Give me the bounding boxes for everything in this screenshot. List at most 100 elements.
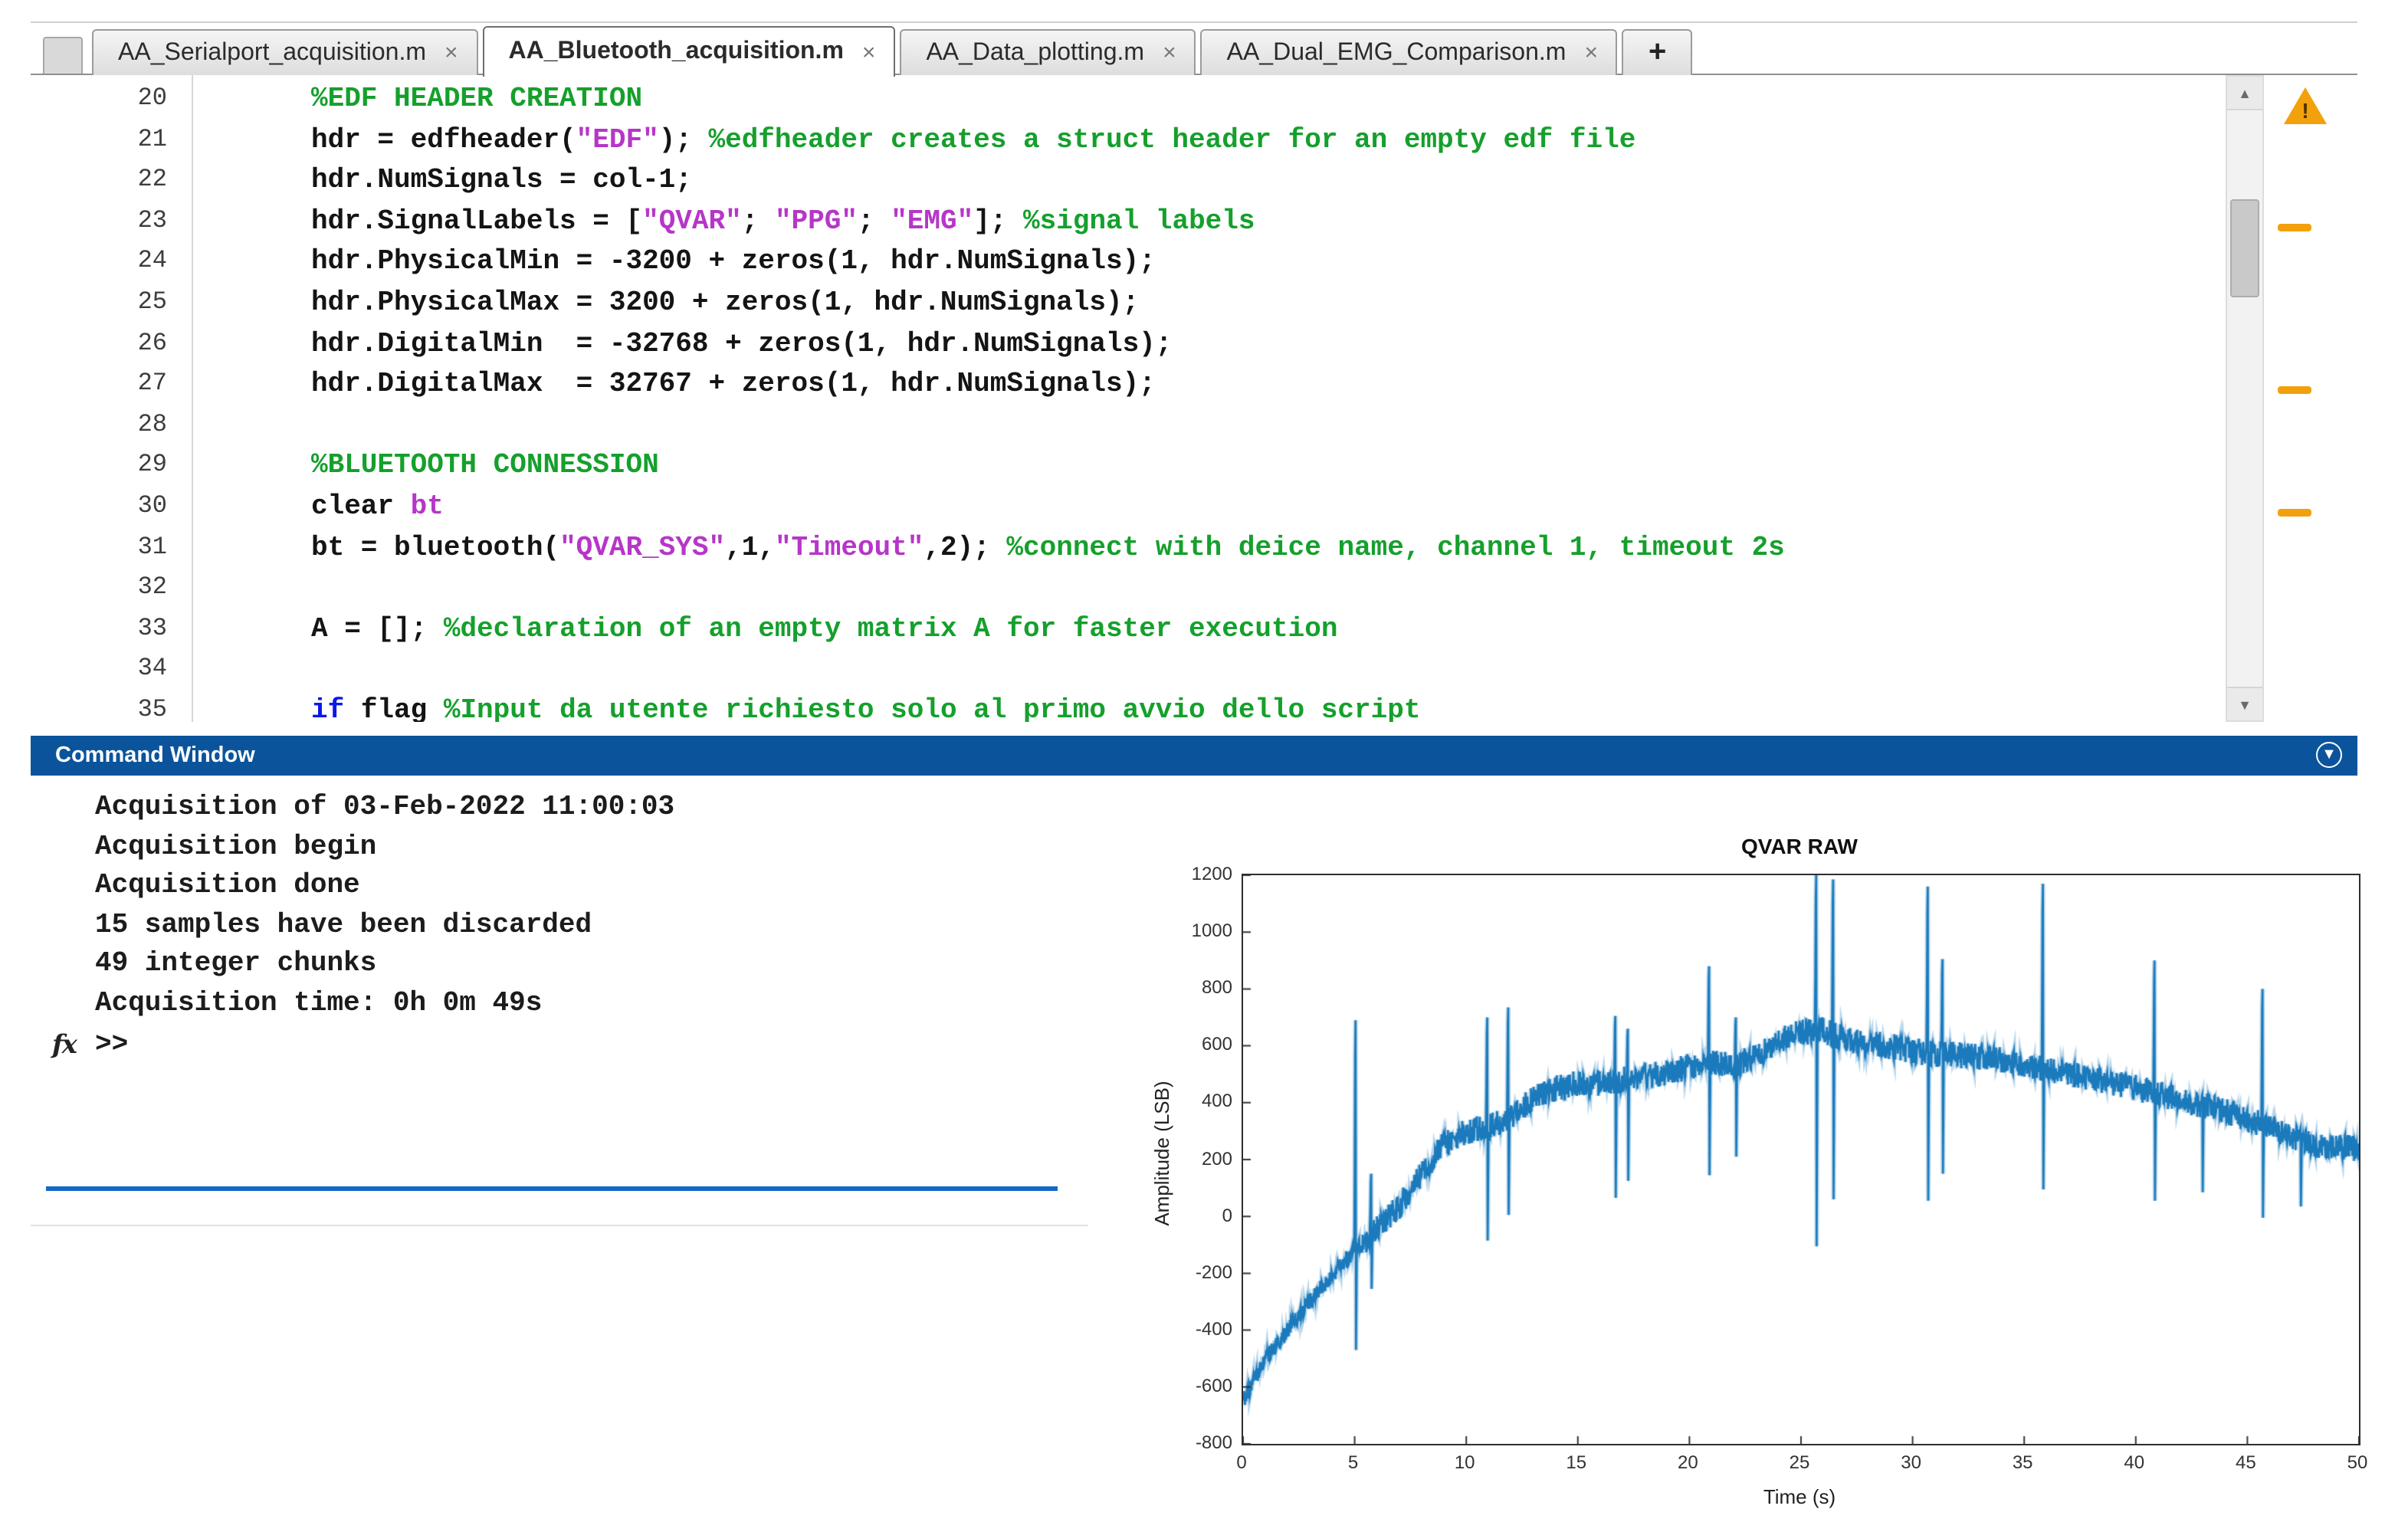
code-line-30: clear bt [195, 492, 2226, 533]
command-window-bottom-edge [31, 1225, 1088, 1226]
editor-body: 20212223242526272829303132333435 %EDF HE… [31, 75, 2357, 722]
tab-close-icon[interactable]: × [1584, 41, 1598, 64]
x-tick-label: 25 [1766, 1452, 1833, 1473]
command-window-focus-border [46, 1186, 1058, 1191]
line-number-gutter: 20212223242526272829303132333435 [31, 75, 193, 722]
scroll-down-arrow-icon[interactable]: ▼ [2227, 687, 2262, 720]
y-tick-label: 800 [1159, 976, 1232, 998]
tab-close-icon[interactable]: × [445, 41, 458, 64]
x-tick-label: 0 [1208, 1452, 1275, 1473]
command-prompt-row[interactable]: fx >> [52, 1025, 128, 1065]
line-number: 34 [31, 655, 192, 696]
figure-window: QVAR RAW Time (s) Amplitude (LSB) -800-6… [1104, 831, 2408, 1525]
code-line-26: hdr.DigitalMin = -32768 + zeros(1, hdr.N… [195, 329, 2226, 369]
line-number: 28 [31, 411, 192, 451]
code-line-28 [195, 411, 2226, 451]
line-number: 26 [31, 329, 192, 369]
code-editor-area[interactable]: %EDF HEADER CREATIONhdr = edfheader("EDF… [195, 75, 2226, 722]
command-window-header: Command Window ▼ [31, 736, 2357, 776]
x-tick-label: 20 [1654, 1452, 1721, 1473]
editor-tab-1[interactable]: AA_Bluetooth_acquisition.m × [483, 26, 896, 77]
code-analyzer-indicator-column: ! [2265, 75, 2357, 722]
console-output-line: Acquisition time: 0h 0m 49s [95, 986, 674, 1025]
code-line-33: A = []; %declaration of an empty matrix … [195, 614, 2226, 654]
editor-tab-2[interactable]: AA_Data_plotting.m × [900, 29, 1196, 75]
code-line-22: hdr.NumSignals = col-1; [195, 166, 2226, 206]
code-line-32 [195, 573, 2226, 614]
y-tick-label: -800 [1159, 1432, 1232, 1453]
console-output-line: Acquisition of 03-Feb-2022 11:00:03 [95, 789, 674, 828]
y-tick-label: 1200 [1159, 863, 1232, 884]
signal-plot-canvas [1243, 875, 2359, 1444]
line-number: 24 [31, 248, 192, 288]
scrollbar-thumb[interactable] [2230, 199, 2259, 297]
editor-tab-0[interactable]: AA_Serialport_acquisition.m × [92, 29, 478, 75]
line-number: 21 [31, 125, 192, 166]
x-tick-label: 45 [2212, 1452, 2279, 1473]
warning-glyph: ! [2284, 98, 2327, 123]
x-tick-label: 40 [2101, 1452, 2168, 1473]
line-number: 29 [31, 451, 192, 492]
x-tick-label: 10 [1431, 1452, 1498, 1473]
console-output-line: 15 samples have been discarded [95, 907, 674, 946]
x-axis-label: Time (s) [1242, 1485, 2357, 1508]
warning-marker-line-30[interactable] [2278, 509, 2311, 517]
tab-label: AA_Serialport_acquisition.m [118, 39, 426, 67]
line-number: 27 [31, 369, 192, 410]
console-output-line: Acquisition begin [95, 828, 674, 868]
tab-label: AA_Bluetooth_acquisition.m [509, 38, 844, 66]
code-line-34 [195, 655, 2226, 696]
code-line-25: hdr.PhysicalMax = 3200 + zeros(1, hdr.Nu… [195, 288, 2226, 329]
matlab-desktop: AA_Serialport_acquisition.m×AA_Bluetooth… [0, 0, 2408, 1532]
scroll-up-arrow-icon[interactable]: ▲ [2227, 77, 2262, 110]
y-tick-label: 0 [1159, 1204, 1232, 1225]
code-line-35: if flag %Input da utente richiesto solo … [195, 696, 2226, 722]
y-tick-label: 200 [1159, 1147, 1232, 1169]
y-tick-label: 400 [1159, 1091, 1232, 1112]
line-number: 33 [31, 614, 192, 654]
line-number: 31 [31, 533, 192, 573]
editor-tab-3[interactable]: AA_Dual_EMG_Comparison.m × [1201, 29, 1618, 75]
y-tick-label: -600 [1159, 1375, 1232, 1396]
tab-label: AA_Data_plotting.m [926, 39, 1144, 67]
command-prompt[interactable]: >> [95, 1030, 128, 1061]
editor-vertical-scrollbar[interactable]: ▲ ▼ [2226, 75, 2264, 722]
tab-strip-stub [43, 37, 83, 75]
console-output: Acquisition of 03-Feb-2022 11:00:03Acqui… [95, 789, 674, 1025]
tab-close-icon[interactable]: × [1163, 41, 1176, 64]
x-tick-label: 15 [1543, 1452, 1610, 1473]
tab-label: AA_Dual_EMG_Comparison.m [1227, 39, 1567, 67]
console-output-line: 49 integer chunks [95, 946, 674, 986]
warning-icon[interactable]: ! [2284, 87, 2330, 126]
warning-marker-line-23[interactable] [2278, 223, 2311, 231]
fx-icon: fx [52, 1030, 95, 1061]
line-number: 35 [31, 696, 192, 722]
y-tick-label: -400 [1159, 1318, 1232, 1340]
code-line-23: hdr.SignalLabels = ["QVAR"; "PPG"; "EMG"… [195, 207, 2226, 248]
code-line-21: hdr = edfheader("EDF"); %edfheader creat… [195, 125, 2226, 166]
line-number: 23 [31, 207, 192, 248]
code-line-31: bt = bluetooth("QVAR_SYS",1,"Timeout",2)… [195, 533, 2226, 573]
plot-area [1242, 874, 2360, 1445]
line-number: 30 [31, 492, 192, 533]
console-output-line: Acquisition done [95, 868, 674, 907]
code-line-24: hdr.PhysicalMin = -3200 + zeros(1, hdr.N… [195, 248, 2226, 288]
line-number: 22 [31, 166, 192, 206]
editor-tab-bar: AA_Serialport_acquisition.m×AA_Bluetooth… [31, 23, 2357, 75]
x-tick-label: 5 [1320, 1452, 1387, 1473]
x-tick-label: 30 [1878, 1452, 1945, 1473]
panel-menu-chevron-icon[interactable]: ▼ [2316, 742, 2342, 768]
chart-title: QVAR RAW [1242, 834, 2357, 858]
editor-panel: AA_Serialport_acquisition.m×AA_Bluetooth… [31, 21, 2357, 722]
code-line-27: hdr.DigitalMax = 32767 + zeros(1, hdr.Nu… [195, 369, 2226, 410]
new-tab-button[interactable]: + [1622, 29, 1692, 75]
y-tick-label: -200 [1159, 1261, 1232, 1282]
command-window-title: Command Window [55, 736, 255, 776]
line-number: 20 [31, 84, 192, 125]
x-tick-label: 50 [2324, 1452, 2391, 1473]
tab-close-icon[interactable]: × [862, 41, 876, 64]
warning-marker-line-27[interactable] [2278, 386, 2311, 394]
x-tick-label: 35 [1989, 1452, 2056, 1473]
code-line-20: %EDF HEADER CREATION [195, 84, 2226, 125]
code-line-29: %BLUETOOTH CONNESSION [195, 451, 2226, 492]
